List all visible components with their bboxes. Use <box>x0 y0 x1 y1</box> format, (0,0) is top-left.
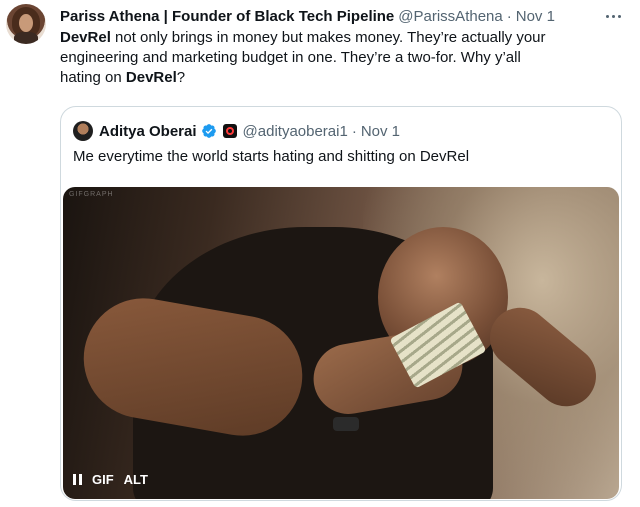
separator-dot: · <box>506 7 512 25</box>
quoted-author-handle[interactable]: @adityaoberai1 <box>243 123 348 140</box>
verified-icon <box>201 124 216 138</box>
author-avatar[interactable] <box>6 4 46 44</box>
gif-badge[interactable]: GIF <box>92 472 114 487</box>
affiliate-icon[interactable] <box>222 124 237 138</box>
more-icon[interactable] <box>602 6 624 26</box>
gif-media[interactable]: GIFGRAPH GIF ALT <box>63 187 619 499</box>
wrist-watch <box>333 417 359 431</box>
quoted-post-date[interactable]: Nov 1 <box>361 123 400 140</box>
gif-watermark: GIFGRAPH <box>69 191 114 198</box>
post-text-line-1-rest: not only brings in money but makes money… <box>110 29 546 46</box>
alt-badge[interactable]: ALT <box>124 472 148 487</box>
post-header: Pariss Athena | Founder of Black Tech Pi… <box>60 6 620 26</box>
post-text: DevRel not only brings in money but make… <box>60 28 630 88</box>
quoted-post-text: Me everytime the world starts hating and… <box>73 148 470 165</box>
quoted-post-card[interactable]: Aditya Oberai @adityaoberai1 · Nov 1 Me … <box>60 106 622 501</box>
pause-icon[interactable] <box>73 473 82 485</box>
devrel-mention-2: DevRel <box>125 69 177 86</box>
avatar-face <box>19 14 33 32</box>
quoted-post-header: Aditya Oberai @adityaoberai1 · Nov 1 <box>73 121 400 141</box>
post-text-line-3-start: hating on <box>60 69 126 86</box>
post-text-line-1: DevRel not only brings in money but make… <box>60 28 630 48</box>
quoted-author-avatar[interactable] <box>73 121 93 141</box>
post-text-line-3-end: ? <box>176 69 186 86</box>
quoted-author-name[interactable]: Aditya Oberai <box>99 123 197 140</box>
post-date[interactable]: Nov 1 <box>516 8 555 25</box>
media-controls: GIF ALT <box>73 469 148 489</box>
post-text-line-2: engineering and marketing budget in one.… <box>60 49 521 66</box>
quoted-separator-dot: · <box>351 122 357 140</box>
avatar-body <box>14 32 38 44</box>
post-text-line-3: hating on DevRel? <box>60 68 630 88</box>
author-name[interactable]: Pariss Athena | Founder of Black Tech Pi… <box>60 8 394 25</box>
devrel-mention-1: DevRel <box>60 29 111 46</box>
author-handle[interactable]: @ParissAthena <box>398 8 502 25</box>
